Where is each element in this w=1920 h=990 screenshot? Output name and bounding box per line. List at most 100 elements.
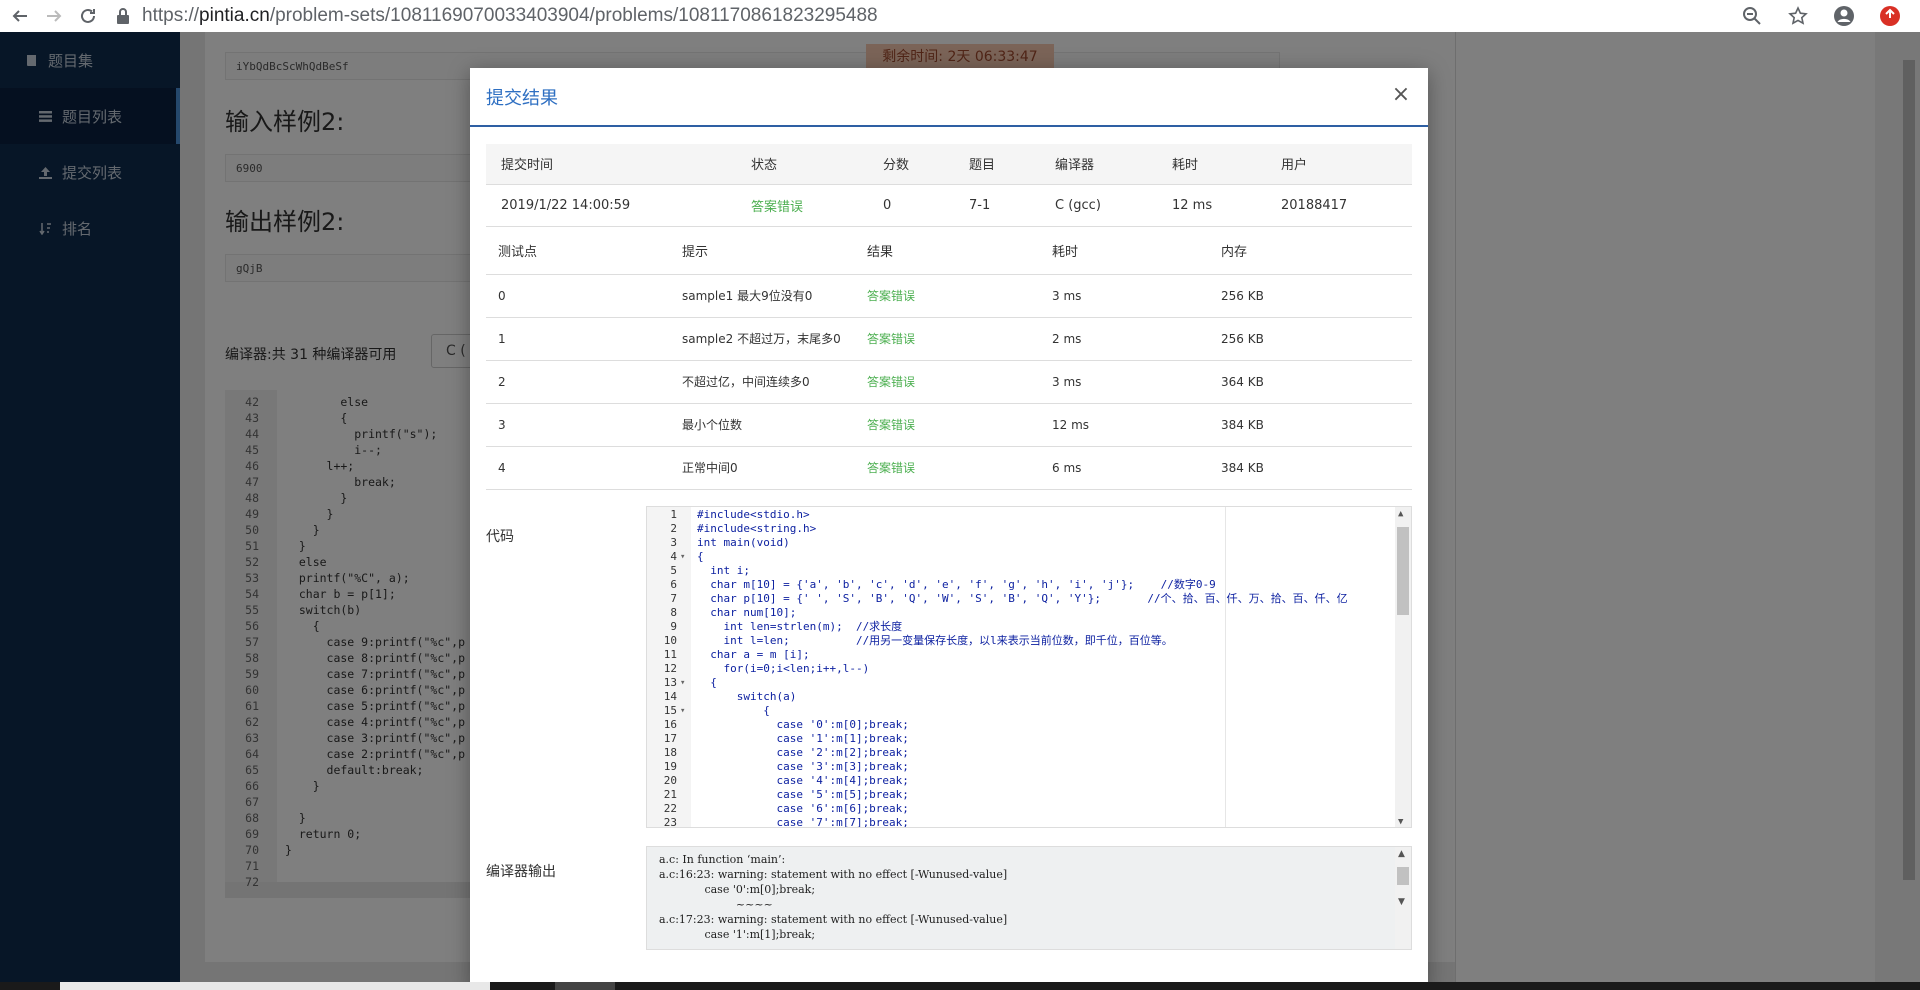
output-line: case '1':m[1];break; <box>659 928 816 941</box>
taskbar-app[interactable] <box>555 982 615 990</box>
line-number: 16 <box>663 718 677 731</box>
compiler-output-label: 编译器输出 <box>486 864 556 880</box>
column-header: 分数 <box>868 144 954 185</box>
account-icon[interactable] <box>1832 4 1856 28</box>
forward-icon[interactable] <box>40 2 68 30</box>
line-text: case '3':m[3];break; <box>697 760 909 773</box>
line-text: case '6':m[6];break; <box>697 802 909 815</box>
line-text: { <box>697 704 770 717</box>
scroll-down-icon[interactable]: ▼ <box>1398 817 1403 827</box>
dialog-header: 提交结果 <box>470 68 1428 127</box>
column-header: 测试点 <box>486 228 670 275</box>
fold-arrow-icon[interactable]: ▾ <box>680 676 685 690</box>
table-cell: sample1 最大9位没有0 <box>670 274 855 318</box>
line-number: 20 <box>663 774 677 787</box>
table-cell: 答案错误 <box>855 274 1040 318</box>
column-header: 状态 <box>736 144 868 185</box>
test-case-table: 测试点 提示 结果 耗时 内存 0 sample1 最大9位没有0 答案错误 3 ms 256 … <box>486 228 1412 490</box>
line-text: case '7':m[7];break; <box>697 816 909 828</box>
table-cell: 12 ms <box>1040 403 1209 447</box>
bookmark-star-icon[interactable] <box>1786 4 1810 28</box>
code-scrollbar[interactable]: ▲ ▼ <box>1395 507 1411 827</box>
column-header: 用户 <box>1266 144 1412 185</box>
address-bar[interactable]: https://pintia.cn/problem-sets/108116907… <box>116 2 1740 30</box>
line-text: char p[10] = {' ', 'S', 'B', 'Q', 'W', '… <box>697 592 1348 605</box>
line-number: 12 <box>663 662 677 675</box>
line-text: { <box>697 550 704 563</box>
line-number: 8 <box>670 606 677 619</box>
line-text: char a = m [i]; <box>697 648 810 661</box>
table-cell: 3 <box>486 403 670 447</box>
table-cell: 7-1 <box>954 184 1040 227</box>
line-number: 11 <box>663 648 677 661</box>
table-row: 3 最小个位数 答案错误 12 ms 384 KB <box>486 403 1412 447</box>
line-number: 3 <box>670 536 677 549</box>
table-cell: 0 <box>868 184 954 227</box>
table-cell: 正常中间0 <box>670 446 855 490</box>
scroll-up-icon[interactable]: ▲ <box>1398 849 1405 859</box>
line-number: 22 <box>663 802 677 815</box>
code-scrollbar-thumb[interactable] <box>1397 527 1409 615</box>
reload-icon[interactable] <box>74 2 102 30</box>
table-cell: 384 KB <box>1209 403 1412 447</box>
line-text: { <box>697 676 717 689</box>
lock-icon <box>116 7 134 25</box>
line-text: case '4':m[4];break; <box>697 774 909 787</box>
table-cell: 20188417 <box>1266 184 1412 227</box>
zoom-icon[interactable] <box>1740 4 1764 28</box>
output-line: case '0':m[0];break; <box>659 883 816 896</box>
back-icon[interactable] <box>6 2 34 30</box>
code-viewer[interactable]: 1 #include<stdio.h> 2 #include<string.h> 3 in… <box>646 506 1412 828</box>
code-label: 代码 <box>486 529 514 545</box>
line-text: int i; <box>697 564 750 577</box>
table-header-row: 提交时间 状态 分数 题目 编译器 耗时 用户 <box>486 144 1412 185</box>
taskbar-search[interactable] <box>60 982 490 990</box>
url-scheme: https:// <box>142 5 200 26</box>
table-cell: 364 KB <box>1209 360 1412 404</box>
table-cell: 最小个位数 <box>670 403 855 447</box>
output-scrollbar-thumb[interactable] <box>1397 867 1409 885</box>
line-text: int len=strlen(m); //求长度 <box>697 620 903 633</box>
os-taskbar <box>0 982 1920 990</box>
column-header: 内存 <box>1209 228 1412 275</box>
url-path: /problem-sets/1081169070033403904/proble… <box>269 5 878 26</box>
compiler-output-box[interactable]: a.c: In function ‘main’: a.c:16:23: warni… <box>646 846 1412 950</box>
line-number: 19 <box>663 760 677 773</box>
output-scrollbar[interactable]: ▲ ▼ <box>1395 847 1411 949</box>
update-alert-icon[interactable] <box>1878 4 1902 28</box>
fold-arrow-icon[interactable]: ▾ <box>680 550 685 564</box>
table-cell: 12 ms <box>1157 184 1266 227</box>
line-number: 1 <box>670 508 677 521</box>
line-number: 2 <box>670 522 677 535</box>
line-number: 6 <box>670 578 677 591</box>
table-cell: 1 <box>486 317 670 361</box>
scroll-down-icon[interactable]: ▼ <box>1398 897 1405 907</box>
line-text: for(i=0;i<len;i++,l--) <box>697 662 870 675</box>
line-text: case '5':m[5];break; <box>697 788 909 801</box>
scroll-up-icon[interactable]: ▲ <box>1398 509 1403 519</box>
line-text: case '1':m[1];break; <box>697 732 909 745</box>
column-header: 耗时 <box>1040 228 1209 275</box>
submission-table: 提交时间 状态 分数 题目 编译器 耗时 用户 2019/1/22 14:00:59 答案错误… <box>486 144 1412 227</box>
table-row: 2019/1/22 14:00:59 答案错误 0 7-1 C (gcc) 12 ms 20… <box>486 184 1412 227</box>
table-row: 1 sample2 不超过万，末尾多0 答案错误 2 ms 256 KB <box>486 317 1412 361</box>
table-cell: sample2 不超过万，末尾多0 <box>670 317 855 361</box>
line-number: 7 <box>670 592 677 605</box>
table-cell: 答案错误 <box>736 184 868 227</box>
column-header: 编译器 <box>1040 144 1157 185</box>
table-cell: 3 ms <box>1040 360 1209 404</box>
table-cell: 不超过亿，中间连续多0 <box>670 360 855 404</box>
close-icon[interactable]: × <box>1390 84 1412 106</box>
line-number: 10 <box>663 634 677 647</box>
column-header: 提示 <box>670 228 855 275</box>
print-margin <box>1225 507 1226 827</box>
line-text: case '2':m[2];break; <box>697 746 909 759</box>
fold-arrow-icon[interactable]: ▾ <box>680 704 685 718</box>
table-row: 4 正常中间0 答案错误 6 ms 384 KB <box>486 446 1412 490</box>
line-text: int main(void) <box>697 536 790 549</box>
column-header: 提交时间 <box>486 144 736 185</box>
line-number: 18 <box>663 746 677 759</box>
line-text: switch(a) <box>697 690 797 703</box>
table-row: 2 不超过亿，中间连续多0 答案错误 3 ms 364 KB <box>486 360 1412 404</box>
line-text: case '0':m[0];break; <box>697 718 909 731</box>
